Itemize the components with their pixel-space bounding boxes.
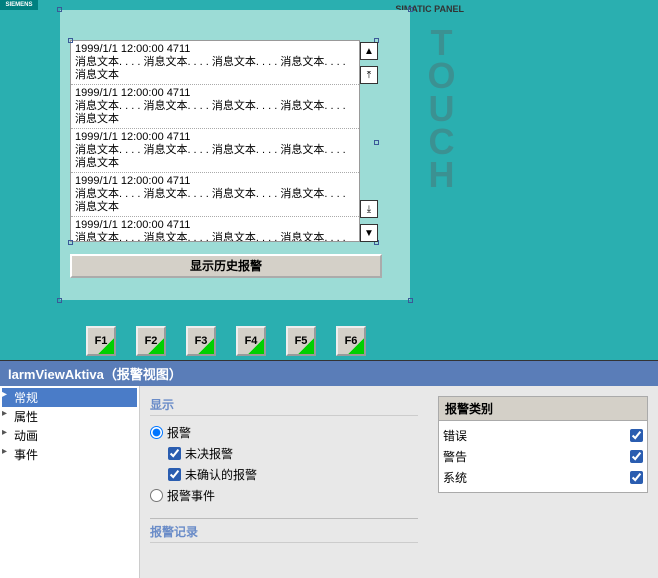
resize-handle[interactable] (68, 38, 73, 43)
scroll-buttons-bottom: ⤓ ▼ (360, 200, 378, 248)
siemens-logo: SIEMENS (0, 0, 38, 10)
function-keys: F1 F2 F3 F4 F5 F6 (86, 326, 366, 356)
scroll-top-icon[interactable]: ▲ (360, 42, 378, 60)
nav-properties[interactable]: 属性 (2, 407, 137, 426)
properties-panel: 常规 属性 动画 事件 显示 报警 未决报警 未确认的报警 报警事件 (0, 386, 658, 578)
f4-key[interactable]: F4 (236, 326, 266, 356)
touch-label: TOUCH (420, 22, 462, 187)
page-down-icon[interactable]: ⤓ (360, 200, 378, 218)
display-section: 显示 报警 未决报警 未确认的报警 报警事件 报警记录 (150, 396, 418, 568)
properties-nav: 常规 属性 动画 事件 (0, 386, 140, 578)
cat-row-error: 错误 (443, 425, 643, 446)
cat-row-system: 系统 (443, 467, 643, 488)
f3-key[interactable]: F3 (186, 326, 216, 356)
event-radio-row[interactable]: 报警事件 (150, 485, 418, 506)
f2-key[interactable]: F2 (136, 326, 166, 356)
resize-handle[interactable] (374, 140, 379, 145)
resize-handle[interactable] (68, 240, 73, 245)
alarm-radio-row[interactable]: 报警 (150, 422, 418, 443)
f1-key[interactable]: F1 (86, 326, 116, 356)
hmi-screen[interactable]: 1999/1/1 12:00:00 4711 消息文本. . . . 消息文本.… (60, 10, 410, 300)
category-header: 报警类别 (438, 396, 648, 421)
log-header: 报警记录 (150, 523, 418, 543)
event-radio[interactable] (150, 489, 163, 502)
alarm-row: 1999/1/1 12:00:00 4711 消息文本. . . . 消息文本.… (71, 41, 359, 85)
resize-handle[interactable] (57, 298, 62, 303)
alarm-view[interactable]: 1999/1/1 12:00:00 4711 消息文本. . . . 消息文本.… (70, 40, 360, 242)
resize-handle[interactable] (57, 7, 62, 12)
cat-system-checkbox[interactable] (630, 471, 643, 484)
cat-warning-checkbox[interactable] (630, 450, 643, 463)
alarm-row: 1999/1/1 12:00:00 4711 消息文本. . . . 消息文本.… (71, 217, 359, 242)
category-body: 错误 警告 系统 (438, 421, 648, 493)
display-header: 显示 (150, 396, 418, 416)
f5-key[interactable]: F5 (286, 326, 316, 356)
resize-handle[interactable] (408, 298, 413, 303)
alarm-radio[interactable] (150, 426, 163, 439)
cat-error-checkbox[interactable] (630, 429, 643, 442)
scroll-bottom-icon[interactable]: ▼ (360, 224, 378, 242)
f6-key[interactable]: F6 (336, 326, 366, 356)
unack-checkbox-row[interactable]: 未确认的报警 (168, 464, 418, 485)
hmi-panel: SIEMENS SIMATIC PANEL TOUCH 1999/1/1 12:… (0, 0, 658, 360)
alarm-row: 1999/1/1 12:00:00 4711 消息文本. . . . 消息文本.… (71, 129, 359, 173)
page-up-icon[interactable]: ⤒ (360, 66, 378, 84)
category-section: 报警类别 错误 警告 系统 (438, 396, 648, 568)
divider (150, 518, 418, 519)
pending-checkbox-row[interactable]: 未决报警 (168, 443, 418, 464)
alarm-row: 1999/1/1 12:00:00 4711 消息文本. . . . 消息文本.… (71, 173, 359, 217)
scroll-buttons-top: ▲ ⤒ (360, 42, 378, 90)
nav-events[interactable]: 事件 (2, 445, 137, 464)
pending-checkbox[interactable] (168, 447, 181, 460)
resize-handle[interactable] (408, 7, 413, 12)
show-history-button[interactable]: 显示历史报警 (70, 254, 382, 278)
cat-row-warning: 警告 (443, 446, 643, 467)
nav-general[interactable]: 常规 (2, 388, 137, 407)
alarm-row: 1999/1/1 12:00:00 4711 消息文本. . . . 消息文本.… (71, 85, 359, 129)
nav-animation[interactable]: 动画 (2, 426, 137, 445)
unack-checkbox[interactable] (168, 468, 181, 481)
properties-title: larmViewAktiva（报警视图） (0, 360, 658, 386)
properties-content: 显示 报警 未决报警 未确认的报警 报警事件 报警记录 报警类别 (140, 386, 658, 578)
